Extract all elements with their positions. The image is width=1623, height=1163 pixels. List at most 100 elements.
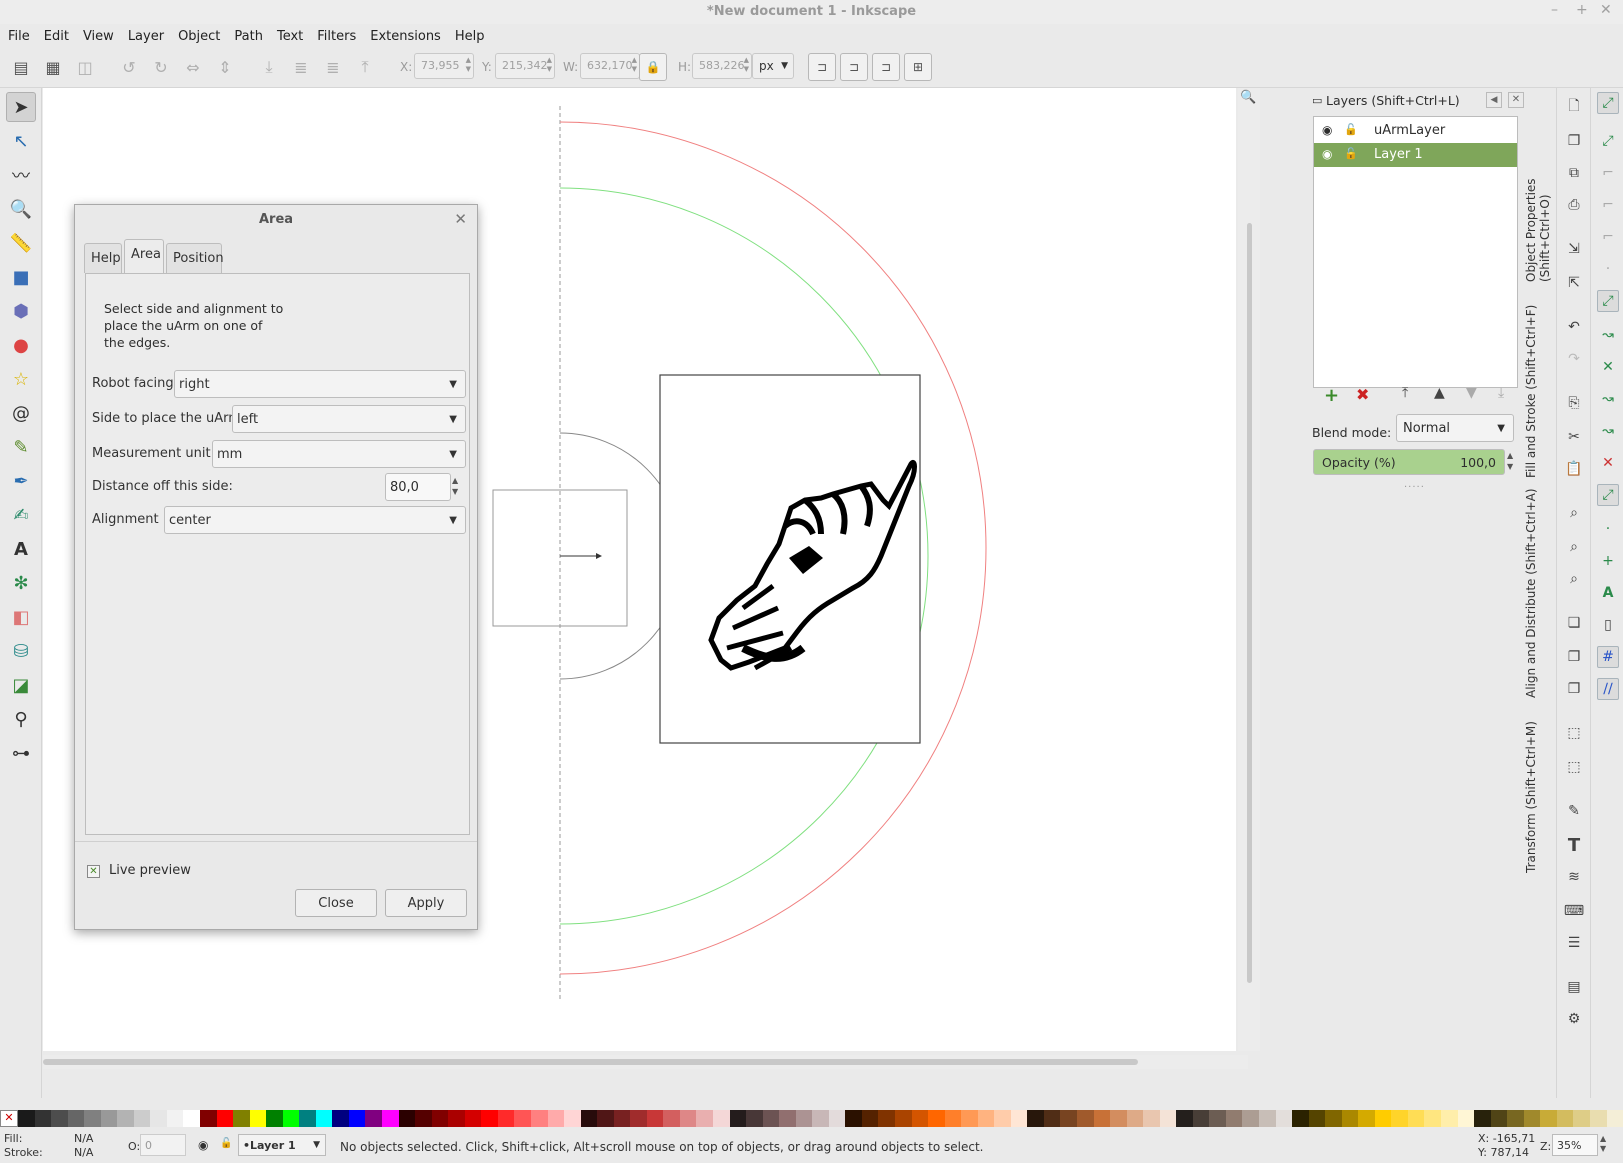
color-swatch[interactable] xyxy=(332,1110,349,1127)
color-swatch[interactable] xyxy=(795,1110,813,1127)
snap-guides-icon[interactable]: ∕∕ xyxy=(1597,678,1619,700)
lower-icon[interactable]: ≣ xyxy=(290,56,312,78)
horizontal-scrollbar[interactable] xyxy=(43,1055,1248,1069)
raise-icon[interactable]: ≣ xyxy=(322,56,344,78)
menu-file[interactable]: File xyxy=(8,29,30,44)
color-swatch[interactable] xyxy=(845,1110,862,1127)
blend-mode-select[interactable]: Normal ▼ xyxy=(1396,414,1514,442)
open-icon[interactable]: ❐ xyxy=(1563,130,1585,152)
color-swatch[interactable] xyxy=(1192,1110,1210,1127)
undo-icon[interactable]: ↶ xyxy=(1563,316,1585,338)
close-window-button[interactable]: ✕ xyxy=(1600,2,1612,18)
measure-icon[interactable]: 📏 xyxy=(6,228,36,258)
color-swatch[interactable] xyxy=(1490,1110,1508,1127)
opacity-slider[interactable]: Opacity (%) 100,0 xyxy=(1313,449,1505,475)
color-swatch[interactable] xyxy=(51,1110,68,1127)
menu-object[interactable]: Object xyxy=(178,29,220,44)
horizontal-scroll-thumb[interactable] xyxy=(43,1059,1138,1065)
color-swatch[interactable] xyxy=(1259,1110,1276,1127)
side-select[interactable]: left ▼ xyxy=(232,405,466,433)
add-layer-icon[interactable]: + xyxy=(1324,385,1339,406)
color-swatch[interactable] xyxy=(34,1110,52,1127)
color-swatch[interactable] xyxy=(348,1110,366,1127)
color-swatch[interactable] xyxy=(530,1110,548,1127)
h-field[interactable]: 583,226 ▲ ▼ xyxy=(692,53,752,79)
snap-cusp-icon[interactable]: ↝ xyxy=(1597,388,1619,410)
document-properties-icon[interactable]: ▤ xyxy=(1563,976,1585,998)
zoom-drawing-icon[interactable]: ⌕ xyxy=(1563,536,1585,558)
current-layer-select[interactable]: •Layer 1 ▼ xyxy=(238,1134,326,1156)
color-swatch[interactable] xyxy=(67,1110,85,1127)
color-swatch[interactable] xyxy=(1556,1110,1574,1127)
color-swatch[interactable] xyxy=(1292,1110,1309,1127)
flip-horizontal-icon[interactable]: ⇔ xyxy=(182,56,204,78)
snap-midpoints-icon[interactable]: ✕ xyxy=(1597,452,1619,474)
snap-bbox-corners-icon[interactable]: ⌐ xyxy=(1597,194,1619,216)
rotate-cw-icon[interactable]: ↻ xyxy=(150,56,172,78)
color-swatch[interactable] xyxy=(133,1110,151,1127)
layers-icon[interactable]: ≋ xyxy=(1563,866,1585,888)
color-swatch[interactable] xyxy=(613,1110,631,1127)
snap-bbox-icon[interactable]: ⤢ xyxy=(1597,130,1619,152)
color-swatch[interactable] xyxy=(1242,1110,1260,1127)
tweak-icon[interactable]: 〰 xyxy=(6,160,36,190)
color-swatch[interactable] xyxy=(150,1110,167,1127)
alignment-select[interactable]: center ▼ xyxy=(164,506,466,534)
color-swatch[interactable] xyxy=(762,1110,780,1127)
zoom-field[interactable]: 35% xyxy=(1552,1134,1598,1156)
opacity-status-field[interactable]: 0 xyxy=(140,1134,186,1156)
color-swatch[interactable] xyxy=(944,1110,962,1127)
lock-ratio-icon[interactable]: 🔒 xyxy=(639,53,667,81)
snap-grids-icon[interactable]: # xyxy=(1597,646,1619,668)
save-icon[interactable]: ⧉ xyxy=(1563,162,1585,184)
color-swatch[interactable] xyxy=(977,1110,995,1127)
node-icon[interactable]: ↖ xyxy=(6,126,36,156)
connector-icon[interactable]: ⊶ xyxy=(6,738,36,768)
color-swatch[interactable] xyxy=(200,1110,217,1127)
tab-transform[interactable]: Transform (Shift+Ctrl+M) xyxy=(1524,713,1538,873)
color-swatch[interactable] xyxy=(1209,1110,1226,1127)
color-swatch[interactable] xyxy=(1275,1110,1293,1127)
measurement-unit-select[interactable]: mm ▼ xyxy=(212,440,466,468)
move-gradients-icon[interactable]: ⊐ xyxy=(872,53,900,81)
color-swatch[interactable] xyxy=(878,1110,895,1127)
color-swatch[interactable] xyxy=(183,1110,201,1127)
snap-paths-icon[interactable]: ↝ xyxy=(1597,324,1619,346)
color-swatch[interactable] xyxy=(415,1110,432,1127)
snap-intersections-icon[interactable]: ✕ xyxy=(1597,356,1619,378)
w-field[interactable]: 632,170 ▲ ▼ xyxy=(580,53,640,79)
color-swatch[interactable] xyxy=(679,1110,697,1127)
color-swatch[interactable] xyxy=(1391,1110,1408,1127)
ungroup-icon[interactable]: ⬚ xyxy=(1563,756,1585,778)
menu-extensions[interactable]: Extensions xyxy=(370,29,441,44)
color-swatch[interactable] xyxy=(464,1110,482,1127)
3dbox-icon[interactable]: ⬢ xyxy=(6,296,36,326)
x-field[interactable]: 73,955 ▲ ▼ xyxy=(414,53,474,79)
calligraphy-icon[interactable]: ✍ xyxy=(6,500,36,530)
minimize-button[interactable]: – xyxy=(1551,2,1558,18)
color-swatch[interactable] xyxy=(117,1110,134,1127)
color-swatch[interactable] xyxy=(282,1110,300,1127)
snap-object-centers-icon[interactable]: · xyxy=(1597,518,1619,540)
spiral-icon[interactable]: @ xyxy=(6,398,36,428)
color-swatch[interactable] xyxy=(1043,1110,1061,1127)
color-swatch[interactable] xyxy=(431,1110,449,1127)
zoom-page-icon[interactable]: ⌕ xyxy=(1563,568,1585,590)
color-swatch[interactable] xyxy=(1093,1110,1111,1127)
flip-vertical-icon[interactable]: ⇕ xyxy=(214,56,236,78)
color-swatch[interactable] xyxy=(646,1110,664,1127)
color-swatch[interactable] xyxy=(1159,1110,1177,1127)
y-field[interactable]: 215,342 ▲ ▼ xyxy=(495,53,555,79)
menu-view[interactable]: View xyxy=(83,29,114,44)
raise-to-top-icon[interactable]: ⤒ xyxy=(354,56,376,78)
color-swatch[interactable] xyxy=(1077,1110,1094,1127)
menu-help[interactable]: Help xyxy=(455,29,485,44)
color-swatch[interactable] xyxy=(1407,1110,1425,1127)
color-swatch[interactable] xyxy=(961,1110,978,1127)
scale-corners-icon[interactable]: ⊐ xyxy=(840,53,868,81)
unlock-icon[interactable]: 🔓 xyxy=(1344,123,1358,136)
zoom-fit-icon[interactable]: 🔍 xyxy=(1240,90,1256,105)
color-swatch[interactable] xyxy=(1523,1110,1541,1127)
h-spinner[interactable]: ▲ ▼ xyxy=(744,56,749,74)
eraser-icon[interactable]: ◧ xyxy=(6,602,36,632)
